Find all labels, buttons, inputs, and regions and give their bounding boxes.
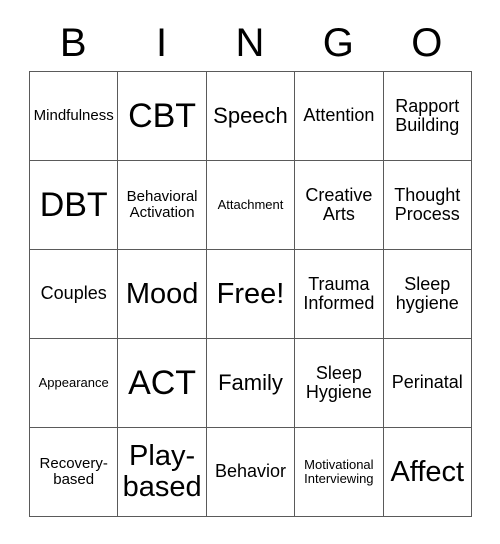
bingo-cell-label: Rapport Building	[395, 95, 460, 135]
bingo-row: DBT Behavioral Activation Attachment Cre…	[30, 161, 472, 250]
bingo-header-letter-n: N	[235, 20, 265, 65]
bingo-cell-label: Couples	[40, 283, 107, 304]
bingo-row: Recovery-based Play-based Behavior Motiv…	[30, 428, 472, 517]
bingo-cell-label: Appearance	[38, 375, 109, 391]
bingo-cell-label: Mood	[125, 277, 199, 310]
bingo-cell-label: Trauma Informed	[303, 273, 375, 313]
bingo-cell-label: Attention	[303, 105, 375, 126]
bingo-cell[interactable]: Creative Arts	[295, 161, 384, 250]
bingo-cell[interactable]: Sleep hygiene	[383, 250, 472, 339]
bingo-cell[interactable]: DBT	[30, 161, 119, 250]
bingo-cell-label: Attachment	[217, 197, 284, 213]
bingo-cell[interactable]: Couples	[30, 250, 119, 339]
bingo-cell-label: Behavioral Activation	[126, 188, 198, 221]
bingo-cell[interactable]: Attention	[295, 72, 384, 161]
bingo-header-letter-i: I	[156, 20, 168, 65]
bingo-cell[interactable]: Sleep Hygiene	[295, 339, 384, 428]
bingo-cell-label: Thought Process	[394, 184, 461, 224]
bingo-cell-label: Motivational Interviewing	[304, 457, 374, 486]
bingo-row: Couples Mood Free! Trauma Informed Sleep…	[30, 250, 472, 339]
bingo-cell[interactable]: Trauma Informed	[295, 250, 384, 339]
bingo-cell[interactable]: Behavioral Activation	[118, 161, 207, 250]
bingo-cell-label: Behavior	[214, 461, 286, 482]
bingo-row: Mindfulness CBT Speech Attention Rapport…	[30, 72, 472, 161]
bingo-cell[interactable]: Appearance	[30, 339, 119, 428]
bingo-cell-free[interactable]: Free!	[206, 250, 296, 339]
bingo-cell[interactable]: Attachment	[206, 161, 296, 250]
bingo-cell-label: CBT	[128, 96, 197, 135]
bingo-cell-label: Sleep Hygiene	[305, 362, 372, 402]
bingo-cell-label: Play-based	[122, 440, 202, 503]
bingo-cell[interactable]: ACT	[118, 339, 207, 428]
bingo-header-letter-b: B	[59, 20, 87, 65]
bingo-cell-label: Sleep hygiene	[395, 273, 459, 313]
bingo-cell[interactable]: Thought Process	[383, 161, 472, 250]
bingo-cell[interactable]: Mood	[118, 250, 207, 339]
bingo-cell-label: Speech	[213, 103, 288, 129]
bingo-cell[interactable]: Mindfulness	[30, 72, 119, 161]
bingo-cell-label: DBT	[39, 185, 108, 224]
bingo-cell[interactable]: Affect	[383, 428, 472, 517]
bingo-cell[interactable]: Family	[206, 339, 296, 428]
bingo-cell[interactable]: Rapport Building	[383, 72, 472, 161]
bingo-cell-label: Recovery-based	[39, 455, 108, 488]
bingo-cell[interactable]: Speech	[206, 72, 296, 161]
bingo-card: B I N G O Mindfulness CBT Speech Attenti…	[29, 14, 472, 517]
bingo-header-letter-g: G	[322, 20, 354, 65]
bingo-grid: Mindfulness CBT Speech Attention Rapport…	[29, 71, 472, 517]
bingo-cell[interactable]: Motivational Interviewing	[295, 428, 384, 517]
bingo-cell-label: Affect	[390, 455, 465, 488]
bingo-cell-label: Mindfulness	[33, 107, 114, 125]
bingo-header-letter-o: O	[411, 20, 443, 65]
bingo-cell[interactable]: Play-based	[118, 428, 207, 517]
bingo-header-row: B I N G O	[29, 14, 471, 71]
bingo-cell-label: Perinatal	[391, 372, 463, 393]
bingo-cell[interactable]: Perinatal	[383, 339, 472, 428]
bingo-cell-label: Family	[218, 370, 283, 396]
bingo-cell-label: ACT	[128, 363, 197, 402]
bingo-cell[interactable]: Recovery-based	[30, 428, 119, 517]
bingo-cell[interactable]: Behavior	[206, 428, 296, 517]
bingo-row: Appearance ACT Family Sleep Hygiene Peri…	[30, 339, 472, 428]
bingo-cell[interactable]: CBT	[118, 72, 207, 161]
bingo-cell-label: Free!	[216, 277, 285, 310]
bingo-cell-label: Creative Arts	[305, 184, 373, 224]
